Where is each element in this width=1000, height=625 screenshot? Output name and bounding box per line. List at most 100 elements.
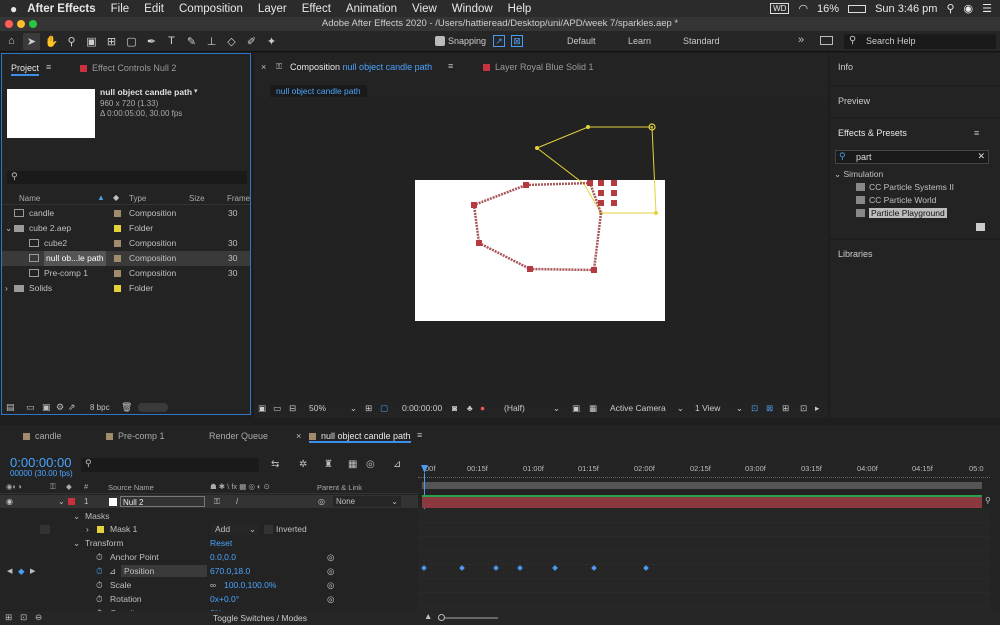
hand-tool-icon[interactable]: ✋ xyxy=(43,33,60,50)
tab-project[interactable]: Project xyxy=(11,63,40,76)
trash-icon[interactable]: 🗑 xyxy=(121,402,132,413)
tab-composition[interactable]: Composition null object candle path xyxy=(290,62,432,72)
workspace-default[interactable]: Default xyxy=(567,36,596,46)
draft-3d-icon[interactable]: ⊠ xyxy=(766,403,773,414)
menu-file[interactable]: File xyxy=(111,3,130,15)
path-overlay[interactable] xyxy=(254,100,828,403)
tab-render-queue[interactable]: Render Queue xyxy=(209,431,268,441)
menu-layer[interactable]: Layer xyxy=(258,3,287,15)
current-time[interactable]: 0:00:00:00 xyxy=(10,455,71,470)
view-layout-dropdown[interactable]: 1 View ⌄ xyxy=(695,403,745,413)
clone-stamp-tool-icon[interactable]: ⊥ xyxy=(203,33,220,50)
workspace-learn[interactable]: Learn xyxy=(628,36,651,46)
source-name-header[interactable]: Source Name xyxy=(108,483,154,492)
mask-color-swatch[interactable] xyxy=(97,526,104,533)
stopwatch-active-icon[interactable]: ⏱ xyxy=(96,564,103,579)
col-size[interactable]: Size xyxy=(189,194,205,203)
rotation-value[interactable]: 0x+0.0° xyxy=(210,592,239,607)
always-preview-icon[interactable]: ▣ xyxy=(258,403,266,414)
pen-tool-icon[interactable]: ✒ xyxy=(143,33,160,50)
expand-mask-icon[interactable]: › xyxy=(86,522,89,537)
keyframe-toggle-icon[interactable]: ◆ xyxy=(18,564,25,579)
home-icon[interactable]: ⌂ xyxy=(3,33,20,50)
project-item-solids[interactable]: › Solids Folder xyxy=(2,281,250,296)
adjust-project-icon[interactable]: ⚙ xyxy=(56,402,64,413)
graph-editor-icon[interactable]: ⊿ xyxy=(393,459,401,470)
selected-item-name[interactable]: null object candle path xyxy=(100,87,192,97)
comp-breadcrumb[interactable]: null object candle path xyxy=(270,85,367,97)
flowchart-icon[interactable]: ⊞ xyxy=(782,403,789,414)
hide-shy-icon[interactable]: ♜ xyxy=(324,459,333,470)
close-tab-icon[interactable]: × xyxy=(296,431,301,441)
parent-pickwhip-icon[interactable]: ◎ xyxy=(318,495,325,508)
next-keyframe-icon[interactable]: ▶ xyxy=(30,564,35,579)
rectangle-tool-icon[interactable]: ▢ xyxy=(123,33,140,50)
scale-value[interactable]: 100.0,100.0% xyxy=(224,578,276,593)
new-preset-icon[interactable] xyxy=(976,223,985,231)
tab-timeline-precomp[interactable]: Pre-comp 1 xyxy=(106,431,165,441)
toggle-guides-icon[interactable]: ⊞ xyxy=(365,403,372,414)
apple-icon[interactable]: ● xyxy=(10,2,17,16)
thumbnail-slider[interactable] xyxy=(138,403,168,412)
comp-time-value[interactable]: 0:00:00:00 xyxy=(402,403,442,413)
effects-search-input[interactable]: ⚲ part ✕ xyxy=(835,150,989,164)
expression-pickwhip-icon[interactable]: ◎ xyxy=(327,578,334,593)
workspace-standard[interactable]: Standard xyxy=(683,36,720,46)
frame-blending-icon[interactable]: ▦ xyxy=(348,459,357,470)
info-title[interactable]: Info xyxy=(838,62,853,72)
chevron-down-icon[interactable]: ⌄ xyxy=(73,536,80,551)
col-type[interactable]: Type xyxy=(129,194,146,203)
target-region-icon[interactable]: ▣ xyxy=(572,403,580,414)
menu-window[interactable]: Window xyxy=(452,3,493,15)
menu-composition[interactable]: Composition xyxy=(179,3,243,15)
menu-edit[interactable]: Edit xyxy=(144,3,164,15)
user-icon[interactable]: ◉ xyxy=(964,2,974,15)
inverted-checkbox[interactable] xyxy=(264,525,273,534)
show-snapshot-icon[interactable]: ♣ xyxy=(467,403,473,413)
reset-exposure-icon[interactable]: ⊡ xyxy=(800,403,807,414)
roto-brush-tool-icon[interactable]: ✐ xyxy=(243,33,260,50)
transform-group[interactable]: ⌄ Transform Reset xyxy=(0,536,418,551)
expression-pickwhip-icon[interactable]: ◎ xyxy=(327,564,334,579)
layer-duration-bar[interactable] xyxy=(422,495,982,508)
tab-timeline-null-object[interactable]: null object candle path xyxy=(309,431,411,443)
menu-animation[interactable]: Animation xyxy=(346,3,397,15)
project-item-precomp1[interactable]: Pre-comp 1 Composition 30 xyxy=(2,266,250,281)
menu-view[interactable]: View xyxy=(412,3,437,15)
pan-behind-tool-icon[interactable]: ⊞ xyxy=(103,33,120,50)
motion-blur-icon[interactable]: ◎ xyxy=(366,459,375,470)
timeline-tracks[interactable] xyxy=(418,509,990,615)
mask1-row[interactable]: › Mask 1 Add ⌄ Inverted xyxy=(0,522,418,537)
mask-view-icon[interactable]: ▭ xyxy=(273,403,281,414)
constrain-link-icon[interactable]: ∞ xyxy=(210,578,216,593)
resolution-dropdown[interactable]: (Half) ⌄ xyxy=(504,403,562,413)
position-value[interactable]: 670.0,18.0 xyxy=(210,564,250,579)
timeline-zoom-slider[interactable] xyxy=(438,617,498,619)
anchor-point-value[interactable]: 0.0,0.0 xyxy=(210,550,236,565)
layer-name[interactable]: Null 2 xyxy=(120,496,205,507)
number-column[interactable]: # xyxy=(84,482,88,491)
col-name[interactable]: Name xyxy=(19,194,40,203)
graph-icon[interactable]: ⊿ xyxy=(109,564,116,579)
pixel-aspect-icon[interactable]: ⊡ xyxy=(751,403,758,414)
app-menu[interactable]: After Effects xyxy=(27,3,95,15)
time-ruler[interactable]: 00f 00:15f 01:00f 01:15f 02:00f 02:15f 0… xyxy=(418,463,990,483)
comp-viewer[interactable] xyxy=(254,100,828,403)
search-help-field[interactable]: ⚲ Search Help xyxy=(844,34,996,49)
label-column-icon[interactable]: ◆ xyxy=(66,482,72,491)
snap-feature-icon[interactable]: ⊠ xyxy=(511,35,523,47)
stopwatch-icon[interactable]: ⏱ xyxy=(96,578,103,593)
toggle-switches-modes[interactable]: Toggle Switches / Modes xyxy=(213,613,307,623)
battery-icon[interactable] xyxy=(848,4,867,13)
effect-particle-playground[interactable]: Particle Playground xyxy=(856,206,986,221)
spotlight-icon[interactable]: ⚲ xyxy=(946,2,954,15)
color-channel-icon[interactable]: ● xyxy=(480,403,485,413)
bpc-label[interactable]: 8 bpc xyxy=(90,403,110,412)
transparency-grid-icon[interactable]: ▦ xyxy=(589,403,597,414)
stopwatch-icon[interactable]: ⏱ xyxy=(96,592,103,607)
scale-row[interactable]: ⏱ Scale ∞ 100.0,100.0% ◎ xyxy=(0,578,418,593)
menu-effect[interactable]: Effect xyxy=(302,3,331,15)
lock-column-icon[interactable]: ⚿ xyxy=(50,482,56,492)
label-tag-icon[interactable]: ◆ xyxy=(113,193,119,202)
minimize-window-button[interactable] xyxy=(17,20,25,28)
